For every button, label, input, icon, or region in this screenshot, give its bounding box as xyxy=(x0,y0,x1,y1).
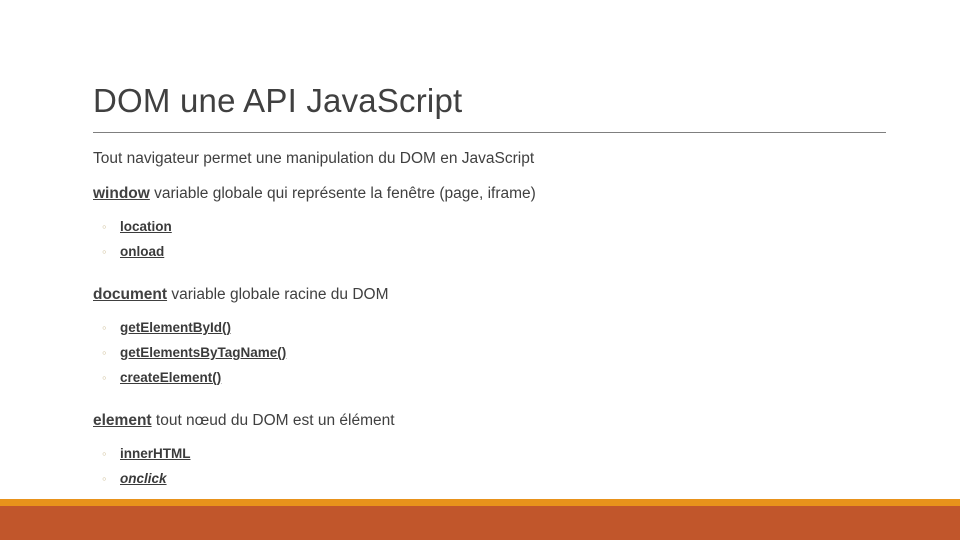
list-item: ◦ innerHTML xyxy=(93,444,893,463)
list-item: ◦ onload xyxy=(93,242,893,261)
slide-canvas: DOM une API JavaScript Tout navigateur p… xyxy=(0,0,960,540)
list-item-label: getElementsByTagName() xyxy=(120,345,287,360)
accent-stripe xyxy=(0,499,960,506)
list-item-label: createElement() xyxy=(120,370,222,385)
page-title: DOM une API JavaScript xyxy=(93,82,463,119)
list-item-label: location xyxy=(120,219,172,234)
hollow-circle-bullet-icon: ◦ xyxy=(102,244,107,259)
list-item-label: onload xyxy=(120,244,165,259)
description-element: tout nœud du DOM est un élément xyxy=(151,412,395,429)
list-item-label: getElementById() xyxy=(120,320,232,335)
slide-body: Tout navigateur permet une manipulation … xyxy=(93,148,893,494)
hollow-circle-bullet-icon: ◦ xyxy=(102,370,107,385)
hollow-circle-bullet-icon: ◦ xyxy=(102,446,107,461)
hollow-circle-bullet-icon: ◦ xyxy=(102,320,107,335)
hollow-circle-bullet-icon: ◦ xyxy=(102,219,107,234)
list-item-label: innerHTML xyxy=(120,446,191,461)
section-heading-document: document variable globale racine du DOM xyxy=(93,284,893,305)
keyword-element: element xyxy=(93,412,152,429)
description-window: variable globale qui représente la fenêt… xyxy=(149,185,536,202)
intro-line: Tout navigateur permet une manipulation … xyxy=(93,150,535,167)
section-heading-element: element tout nœud du DOM est un élément xyxy=(93,410,893,431)
list-item: ◦ onclick xyxy=(93,469,893,488)
list-item: ◦ createElement() xyxy=(93,368,893,387)
list-item: ◦ location xyxy=(93,217,893,236)
keyword-window: window xyxy=(93,185,150,202)
title-divider xyxy=(93,132,886,133)
hollow-circle-bullet-icon: ◦ xyxy=(102,471,107,486)
accent-band xyxy=(0,506,960,540)
list-item: ◦ getElementsByTagName() xyxy=(93,343,893,362)
keyword-document: document xyxy=(93,286,168,303)
title-block: DOM une API JavaScript xyxy=(93,80,886,133)
list-item-label: onclick xyxy=(120,471,167,486)
section-heading-window: window variable globale qui représente l… xyxy=(93,183,893,204)
hollow-circle-bullet-icon: ◦ xyxy=(102,345,107,360)
list-item: ◦ getElementById() xyxy=(93,318,893,337)
description-document: variable globale racine du DOM xyxy=(167,286,389,303)
